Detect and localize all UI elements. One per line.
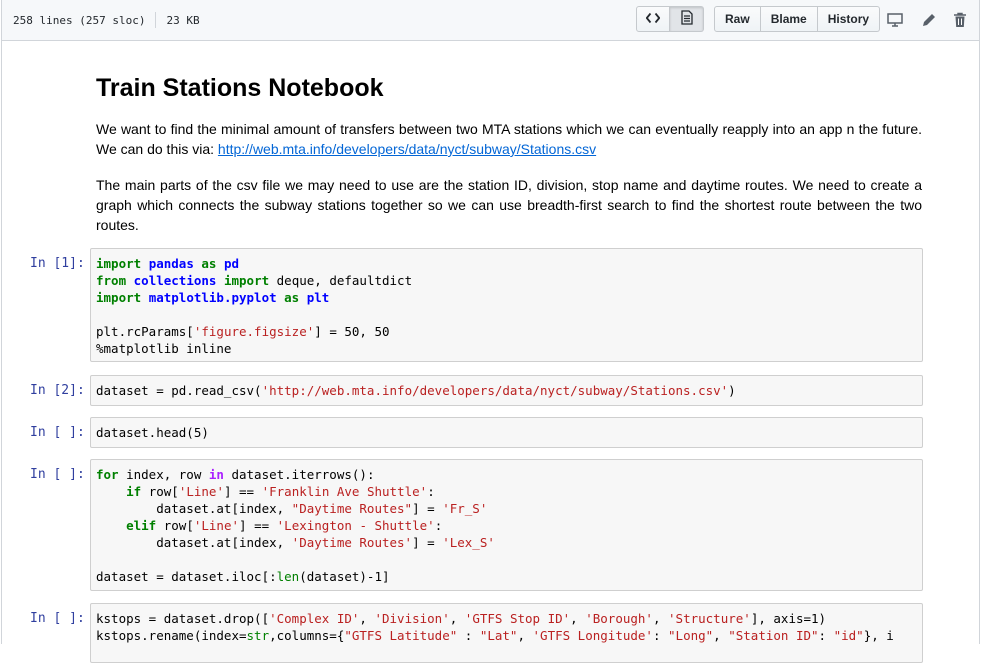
blame-button[interactable]: Blame: [760, 6, 818, 32]
intro-paragraph: We want to find the minimal amount of tr…: [96, 119, 922, 159]
notebook-title: Train Stations Notebook: [96, 74, 384, 102]
display-rendered-button[interactable]: [670, 6, 704, 32]
view-toggle-group: [636, 6, 704, 32]
pencil-icon[interactable]: [919, 10, 939, 30]
code-icon: [645, 12, 661, 27]
desktop-icon[interactable]: [885, 10, 905, 30]
code-cell[interactable]: dataset.head(5): [90, 417, 923, 448]
line-count: 258 lines (257 sloc): [13, 13, 146, 27]
cell-prompt: In [ ]:: [30, 611, 85, 626]
file-size: 23 KB: [166, 13, 200, 27]
cell-prompt: In [ ]:: [30, 425, 85, 440]
code-input: import pandas as pd from collections imp…: [96, 256, 413, 356]
stations-csv-link[interactable]: http://web.mta.info/developers/data/nyct…: [218, 141, 596, 157]
divider: [155, 12, 157, 28]
code-cell[interactable]: kstops = dataset.drop(['Complex ID', 'Di…: [90, 603, 923, 663]
raw-button[interactable]: Raw: [714, 6, 761, 32]
code-input: for index, row in dataset.iterrows(): if…: [96, 467, 495, 584]
code-cell[interactable]: dataset = pd.read_csv('http://web.mta.in…: [90, 375, 923, 406]
code-input: dataset = pd.read_csv('http://web.mta.in…: [96, 383, 736, 398]
description-paragraph: The main parts of the csv file we may ne…: [96, 177, 922, 233]
cell-prompt: In [ ]:: [30, 467, 85, 482]
trash-icon[interactable]: [950, 10, 970, 30]
cell-prompt: In [1]:: [30, 256, 85, 271]
history-button[interactable]: History: [817, 6, 881, 32]
code-input: dataset.head(5): [96, 425, 209, 440]
file-header: 258 lines (257 sloc) 23 KB Raw Blame His…: [2, 0, 979, 41]
display-source-button[interactable]: [636, 6, 670, 32]
file-actions-group: Raw Blame History: [714, 6, 881, 32]
code-input: kstops = dataset.drop(['Complex ID', 'Di…: [96, 611, 894, 643]
file-rendered-icon: [680, 10, 693, 28]
file-info: 258 lines (257 sloc) 23 KB: [13, 12, 200, 28]
code-cell[interactable]: import pandas as pd from collections imp…: [90, 248, 923, 362]
code-cell[interactable]: for index, row in dataset.iterrows(): if…: [90, 459, 923, 591]
cell-prompt: In [2]:: [30, 383, 85, 398]
